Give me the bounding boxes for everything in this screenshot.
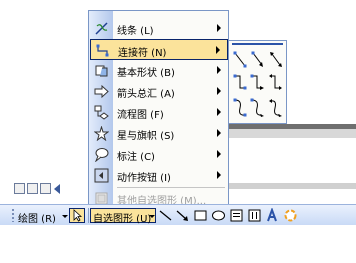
scroll-left-icon[interactable] (54, 184, 60, 194)
web-layout-view-icon[interactable] (27, 183, 38, 194)
menu-item-label: 箭头总汇 (A) (117, 89, 175, 100)
select-objects-button[interactable] (69, 208, 85, 223)
menu-item-flowchart[interactable]: 流程图 (F) (90, 102, 228, 123)
line-tool-icon[interactable] (158, 208, 173, 223)
chevron-down-icon[interactable] (62, 215, 68, 218)
lines-icon (95, 22, 108, 35)
menu-item-action-buttons[interactable]: 动作按钮 (I) (90, 165, 228, 186)
document-scrollbar-area (228, 183, 356, 189)
arrow-tool-icon[interactable] (175, 208, 190, 223)
submenu-arrow-icon (217, 150, 221, 158)
menu-item-lines[interactable]: 线条 (L) (90, 18, 228, 39)
straight-connector-icon[interactable] (233, 51, 247, 68)
block-arrows-icon (94, 84, 109, 99)
vertical-text-box-tool-icon[interactable] (247, 208, 262, 223)
curved-arrow-connector-icon[interactable] (250, 98, 265, 118)
submenu-arrow-icon (217, 24, 221, 32)
straight-double-arrow-connector-icon[interactable] (270, 52, 282, 67)
toolbar-grip[interactable] (12, 209, 14, 222)
connector-icon (96, 44, 109, 57)
autoshapes-label: 自选图形 (U) (93, 214, 152, 225)
elbow-connector-icon[interactable] (233, 74, 247, 90)
submenu-arrow-icon (217, 108, 221, 116)
action-buttons-icon (94, 168, 109, 183)
drawing-toolbar: 绘图 (R) 自选图形 (U) (0, 204, 356, 225)
draw-menu-button[interactable]: 绘图 (R) (18, 210, 56, 225)
normal-view-icon[interactable] (14, 183, 25, 194)
rectangle-tool-icon[interactable] (193, 208, 208, 223)
curved-connector-icon[interactable] (233, 98, 247, 117)
submenu-title-bar[interactable] (232, 43, 283, 45)
menu-item-connectors[interactable]: 连接符 (N) (90, 39, 228, 60)
print-layout-view-icon[interactable] (40, 183, 51, 194)
connectors-submenu (228, 40, 287, 124)
autoshapes-menu-button[interactable]: 自选图形 (U) (90, 208, 156, 225)
menu-item-label: 线条 (L) (117, 26, 154, 37)
menu-item-label: 星与旗帜 (S) (117, 131, 175, 142)
menu-item-label: 标注 (C) (117, 152, 155, 163)
callouts-icon (95, 148, 109, 162)
menu-item-label: 流程图 (F) (117, 110, 164, 121)
toolbar-separator (88, 208, 89, 223)
connector-palette (233, 51, 282, 118)
menu-item-label: 动作按钮 (I) (117, 173, 171, 184)
chevron-down-icon (149, 215, 155, 218)
pointer-icon (73, 209, 83, 222)
text-box-tool-icon[interactable] (229, 208, 244, 223)
menu-item-stars-banners[interactable]: 星与旗帜 (S) (90, 123, 228, 144)
submenu-arrow-icon (217, 171, 221, 179)
document-area (228, 138, 356, 183)
curved-double-arrow-connector-icon[interactable] (269, 99, 282, 117)
autoshapes-menu: 线条 (L) 连接符 (N) 基本形状 (B) 箭头总汇 (A) 流程图 (F) (88, 10, 229, 209)
submenu-arrow-icon (217, 87, 221, 95)
elbow-arrow-connector-icon[interactable] (250, 74, 265, 91)
oval-tool-icon[interactable] (211, 208, 226, 223)
diagram-icon[interactable] (283, 208, 298, 223)
view-buttons-bar (14, 183, 78, 197)
menu-item-callouts[interactable]: 标注 (C) (90, 144, 228, 165)
menu-item-block-arrows[interactable]: 箭头总汇 (A) (90, 81, 228, 102)
basic-shapes-icon (95, 65, 108, 77)
submenu-arrow-icon (217, 129, 221, 137)
elbow-double-arrow-connector-icon[interactable] (269, 74, 282, 90)
straight-arrow-connector-icon[interactable] (251, 51, 264, 68)
menu-item-label: 连接符 (N) (118, 48, 167, 59)
menu-item-label: 基本形状 (B) (117, 68, 175, 79)
submenu-arrow-icon (217, 66, 221, 74)
wordart-icon[interactable] (265, 208, 280, 223)
flowchart-icon (94, 105, 109, 120)
submenu-arrow-icon (216, 46, 220, 54)
menu-item-basic-shapes[interactable]: 基本形状 (B) (90, 60, 228, 81)
document-ruler-band-light (228, 129, 356, 138)
stars-banners-icon (94, 126, 109, 141)
